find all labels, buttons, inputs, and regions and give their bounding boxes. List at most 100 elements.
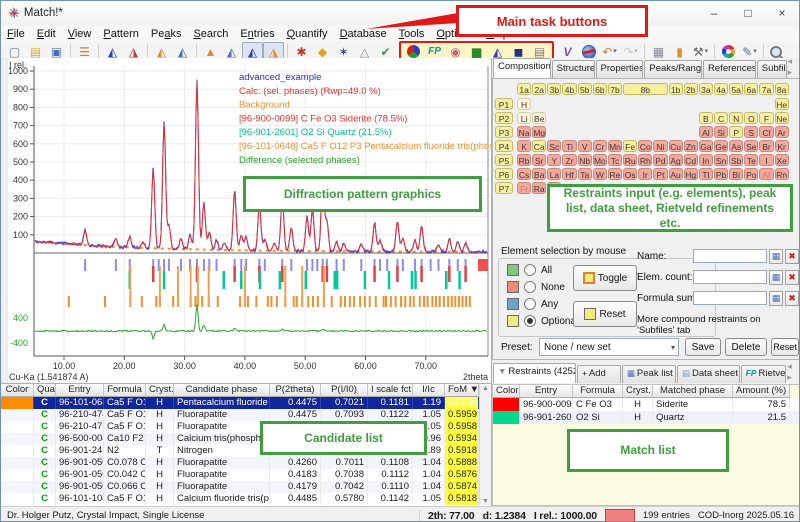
diffraction-pattern-panel[interactable]: 1000900800700600500400300200100400-40010… — [1, 58, 491, 383]
tab-subfiles[interactable]: Subfiles — [757, 60, 787, 78]
group-header-1b[interactable]: 1b — [669, 83, 683, 95]
period-label-P7[interactable]: P7 — [495, 182, 513, 194]
tab-structure[interactable]: Structure — [552, 60, 595, 78]
element-cell-Nb[interactable]: Nb — [578, 154, 592, 166]
element-cell-Cr[interactable]: Cr — [593, 140, 607, 152]
menu-entries[interactable]: Entries — [234, 27, 280, 41]
element-cell-Ru[interactable]: Ru — [623, 154, 637, 166]
element-cell-Rh[interactable]: Rh — [638, 154, 652, 166]
period-label-P5[interactable]: P5 — [495, 154, 513, 166]
element-cell-Sc[interactable]: Sc — [547, 140, 561, 152]
element-cell-Cu[interactable]: Cu — [669, 140, 683, 152]
group-header-6b[interactable]: 6b — [593, 83, 607, 95]
element-cell-He[interactable]: He — [775, 98, 789, 110]
group-header-8a[interactable]: 8a — [775, 83, 789, 95]
menu-peaks[interactable]: Peaks — [145, 27, 188, 41]
element-cell-Br[interactable]: Br — [759, 140, 773, 152]
candidate-scrollbar[interactable]: ▲ ▼ — [479, 385, 491, 505]
element-cell-Au[interactable]: Au — [669, 168, 683, 180]
match-col-amount[interactable]: Amount (%) ▼ — [733, 385, 790, 398]
element-cell-As[interactable]: As — [729, 140, 743, 152]
element-cell-Be[interactable]: Be — [532, 112, 546, 124]
group-header-3b[interactable]: 3b — [547, 83, 561, 95]
element-cell-Ti[interactable]: Ti — [562, 140, 576, 152]
element-cell-B[interactable]: B — [699, 112, 713, 124]
element-cell-Ta[interactable]: Ta — [578, 168, 592, 180]
element-cell-W[interactable]: W — [593, 168, 607, 180]
chevron-down-icon[interactable]: ▾ — [705, 48, 709, 55]
name-table-icon[interactable]: ▦ — [769, 249, 783, 264]
element-mode-any[interactable]: Any — [507, 298, 558, 310]
group-header-1a[interactable]: 1a — [517, 83, 531, 95]
element-cell-Cs[interactable]: Cs — [517, 168, 531, 180]
diffraction-chart[interactable]: 1000900800700600500400300200100400-40010… — [1, 58, 491, 383]
element-cell-Tc[interactable]: Tc — [608, 154, 622, 166]
menu-quantify[interactable]: Quantify — [281, 27, 334, 41]
element-cell-Kr[interactable]: Kr — [775, 140, 789, 152]
match-col-matchedphase[interactable]: Matched phase — [653, 385, 733, 398]
tab-references[interactable]: References — [703, 60, 756, 78]
element-cell-Ge[interactable]: Ge — [714, 140, 728, 152]
element-cell-Hg[interactable]: Hg — [684, 168, 698, 180]
maximize-button[interactable]: □ — [731, 1, 765, 25]
match-row[interactable]: 96-901-2601O2 SiHQuartz21.5 — [493, 411, 799, 424]
element-cell-Mn[interactable]: Mn — [608, 140, 622, 152]
element-cell-Xe[interactable]: Xe — [775, 154, 789, 166]
candidate-col-iic[interactable]: I/Ic — [413, 384, 445, 397]
candidate-col-fom[interactable]: FoM ▼ — [445, 384, 479, 397]
menu-search[interactable]: Search — [187, 27, 234, 41]
match-row[interactable]: 96-900-0099C Fe O3HSiderite78.5 — [493, 398, 799, 411]
tab-peak-list[interactable]: ▦Peak list — [622, 365, 676, 383]
candidate-row[interactable]: C96-901-0506C0.078 Ca...HFluorapatite0.4… — [1, 457, 491, 469]
group-header-3a[interactable]: 3a — [699, 83, 713, 95]
radio-none[interactable] — [524, 281, 536, 293]
tab-scroll-arrows[interactable]: ◂ ▸ — [787, 361, 799, 383]
element-cell-Ba[interactable]: Ba — [532, 168, 546, 180]
element-cell-La[interactable]: La — [547, 168, 561, 180]
period-label-P2[interactable]: P2 — [495, 112, 513, 124]
formula-sum-input[interactable] — [693, 291, 767, 305]
close-button[interactable]: × — [765, 1, 799, 25]
element-cell-Os[interactable]: Os — [623, 168, 637, 180]
tab-scroll-arrows[interactable]: ◂ ▸ — [788, 56, 799, 78]
match-col-cryst[interactable]: Cryst. — [623, 385, 653, 398]
menu-file[interactable]: File — [1, 27, 31, 41]
candidate-col-entry[interactable]: Entry — [56, 384, 104, 397]
elem-count-table-icon[interactable]: ▦ — [769, 270, 783, 285]
element-cell-I[interactable]: I — [759, 154, 773, 166]
element-cell-Cl[interactable]: Cl — [759, 126, 773, 138]
match-col-formula[interactable]: Formula — [573, 385, 623, 398]
group-header-8b[interactable]: 8b — [623, 83, 668, 95]
group-header-5b[interactable]: 5b — [578, 83, 592, 95]
candidate-row[interactable]: C96-901-0505C0.042 Ca...HFluorapatite0.4… — [1, 469, 491, 481]
elem-count-clear-icon[interactable]: ✖ — [785, 270, 799, 285]
match-col-color[interactable]: Color — [493, 385, 520, 398]
candidate-col-candidatephase[interactable]: Candidate phase — [174, 384, 270, 397]
element-cell-Ir[interactable]: Ir — [638, 168, 652, 180]
element-cell-Mg[interactable]: Mg — [532, 126, 546, 138]
element-cell-Rn[interactable]: Rn — [775, 168, 789, 180]
group-header-4a[interactable]: 4a — [714, 83, 728, 95]
element-cell-Si[interactable]: Si — [714, 126, 728, 138]
element-cell-Zn[interactable]: Zn — [684, 140, 698, 152]
element-cell-K[interactable]: K — [517, 140, 531, 152]
element-cell-In[interactable]: In — [699, 154, 713, 166]
tab-add[interactable]: +Add — [577, 365, 621, 383]
period-label-P1[interactable]: P1 — [495, 98, 513, 110]
name-input[interactable] — [693, 249, 767, 263]
element-cell-V[interactable]: V — [578, 140, 592, 152]
period-label-P4[interactable]: P4 — [495, 140, 513, 152]
element-cell-Te[interactable]: Te — [744, 154, 758, 166]
radio-any[interactable] — [524, 298, 536, 310]
group-header-7b[interactable]: 7b — [608, 83, 622, 95]
menu-pattern[interactable]: Pattern — [97, 27, 144, 41]
period-label-P6[interactable]: P6 — [495, 168, 513, 180]
tab-properties[interactable]: Properties — [596, 60, 644, 78]
preset-reset-button[interactable]: Reset — [771, 338, 799, 356]
element-cell-Ar[interactable]: Ar — [775, 126, 789, 138]
candidate-col-qual[interactable]: Qual. — [34, 384, 56, 397]
element-cell-Al[interactable]: Al — [699, 126, 713, 138]
tab-composition-[interactable]: Composition* — [493, 58, 551, 78]
element-cell-O[interactable]: O — [744, 112, 758, 124]
element-cell-N[interactable]: N — [729, 112, 743, 124]
